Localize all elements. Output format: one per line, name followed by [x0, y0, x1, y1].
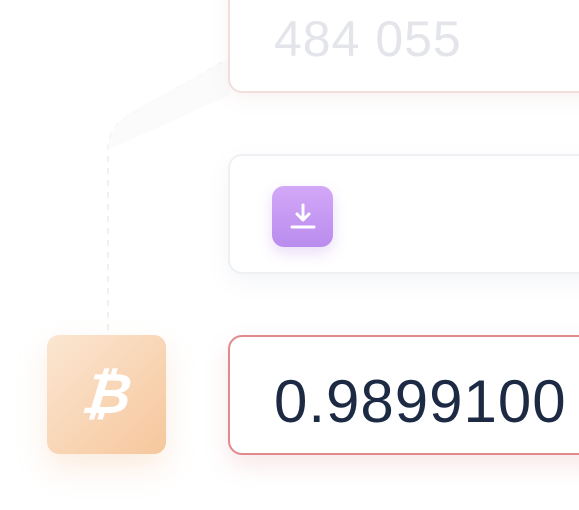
exchange-widget: 484 055 ₿ 0.9899100 — [0, 0, 579, 510]
bitcoin-tile: ₿ — [47, 335, 166, 454]
download-icon — [290, 203, 315, 228]
amount-value-bottom: 0.9899100 — [274, 368, 567, 435]
bitcoin-icon: ₿ — [78, 361, 135, 427]
amount-field-top[interactable]: 484 055 — [228, 0, 579, 93]
amount-value-top: 484 055 — [274, 11, 462, 67]
download-button[interactable] — [272, 186, 333, 247]
address-field[interactable] — [228, 154, 579, 274]
amount-field-bottom[interactable]: 0.9899100 — [228, 335, 579, 455]
